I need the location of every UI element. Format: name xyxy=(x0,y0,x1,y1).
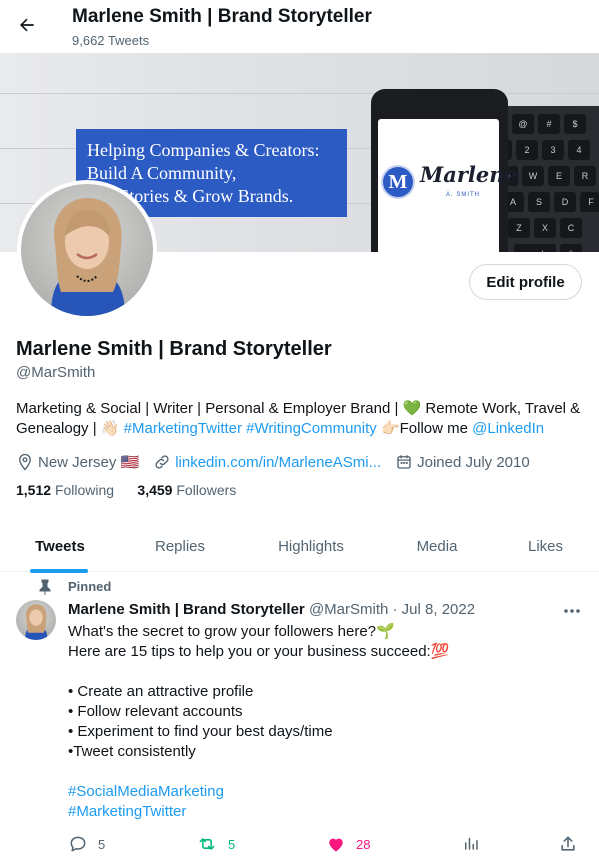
tweet-line: • Experiment to find your best days/time xyxy=(68,723,333,740)
edit-profile-button[interactable]: Edit profile xyxy=(469,264,582,300)
tab-tweets[interactable]: Tweets xyxy=(0,520,120,573)
banner-line: Build A Community, xyxy=(87,163,237,183)
followers-link[interactable]: 3,459 Followers xyxy=(137,482,236,498)
location-pin-icon xyxy=(19,453,31,471)
tweet-actions: 5 5 28 xyxy=(68,834,588,856)
tweet-more-button[interactable] xyxy=(561,601,583,621)
bio-hashtags-link[interactable]: #MarketingTwitter #WritingCommunity xyxy=(124,420,377,437)
active-tab-indicator xyxy=(30,569,88,573)
profile-name: Marlene Smith | Brand Storyteller xyxy=(16,338,332,360)
banner-line: Helping Companies & Creators: xyxy=(87,140,320,160)
reply-button[interactable]: 5 xyxy=(68,834,105,854)
bio-line: Genealogy | 👋🏻 #MarketingTwitter #Writin… xyxy=(16,419,586,439)
tab-likes[interactable]: Likes xyxy=(492,520,599,572)
banner-logo-subtext: A. SMITH xyxy=(446,192,481,198)
followers-count: 3,459 xyxy=(137,482,173,498)
link-icon xyxy=(155,455,169,469)
tweet-line: • Follow relevant accounts xyxy=(68,703,243,720)
joined-item: Joined July 2010 xyxy=(395,453,530,471)
tweet-line xyxy=(68,662,578,682)
bio-text: Genealogy | 👋🏻 xyxy=(16,420,124,437)
tweet-line: What's the secret to grow your followers… xyxy=(68,623,395,640)
profile-meta-row: New Jersey 🇺🇸 linkedin.com/in/MarleneASm… xyxy=(16,451,544,473)
retweet-button[interactable]: 5 xyxy=(196,834,235,854)
tab-label: Tweets xyxy=(35,537,85,555)
reply-count: 5 xyxy=(98,836,106,852)
profile-bio: Marketing & Social | Writer | Personal &… xyxy=(16,399,586,439)
tweet-text: What's the secret to grow your followers… xyxy=(68,622,578,822)
tab-label: Media xyxy=(416,537,458,555)
banner-logo-text: Marlene xyxy=(420,162,518,187)
avatar-photo xyxy=(21,184,153,316)
top-bar: Marlene Smith | Brand Storyteller 9,662 … xyxy=(0,0,599,53)
share-button[interactable] xyxy=(558,834,588,854)
bio-mention-link[interactable]: @LinkedIn xyxy=(472,420,544,437)
pin-icon xyxy=(39,579,51,595)
tweet-header: Marlene Smith | Brand Storyteller @MarSm… xyxy=(68,601,475,618)
location-item: New Jersey 🇺🇸 xyxy=(16,453,139,471)
website-item[interactable]: linkedin.com/in/MarleneASmi... xyxy=(153,453,381,471)
retweet-count: 5 xyxy=(228,836,236,852)
like-count: 28 xyxy=(356,836,371,852)
retweet-icon xyxy=(199,838,215,850)
bio-line: Marketing & Social | Writer | Personal &… xyxy=(16,400,581,417)
banner-logo-mark: M xyxy=(381,165,415,199)
tweet-line xyxy=(68,762,578,782)
followers-label: Followers xyxy=(176,482,237,498)
heart-filled-icon xyxy=(329,838,343,852)
tweet-author-avatar[interactable] xyxy=(16,600,56,640)
tab-highlights[interactable]: Highlights xyxy=(240,520,382,572)
website-link[interactable]: linkedin.com/in/MarleneASmi... xyxy=(175,454,381,471)
tweet-line: Here are 15 tips to help you or your bus… xyxy=(68,643,450,660)
tweet-line: • Create an attractive profile xyxy=(68,683,254,700)
tweet-hashtag-link[interactable]: #SocialMediaMarketing xyxy=(68,782,578,802)
analytics-button[interactable] xyxy=(462,834,490,852)
tweet-handle-date[interactable]: @MarSmith · Jul 8, 2022 xyxy=(309,601,475,618)
joined-text: Joined July 2010 xyxy=(417,453,530,471)
back-button[interactable] xyxy=(12,10,42,40)
tweet-author-name[interactable]: Marlene Smith | Brand Storyteller xyxy=(68,601,305,618)
profile-handle: @MarSmith xyxy=(16,364,96,381)
following-label: Following xyxy=(54,482,115,498)
tab-replies[interactable]: Replies xyxy=(120,520,240,572)
header-title: Marlene Smith | Brand Storyteller xyxy=(72,6,372,27)
location-text: New Jersey 🇺🇸 xyxy=(38,454,140,471)
tab-label: Highlights xyxy=(278,537,344,555)
profile-avatar[interactable] xyxy=(17,180,157,320)
following-link[interactable]: 1,512 Following xyxy=(16,482,114,498)
tab-label: Replies xyxy=(154,537,206,555)
arrow-left-icon xyxy=(20,18,34,32)
header-tweet-count: 9,662 Tweets xyxy=(72,33,150,48)
bio-text: 👉🏻Follow me xyxy=(376,420,473,437)
tweet-line: •Tweet consistently xyxy=(68,743,196,760)
reply-icon xyxy=(70,836,86,852)
profile-tabs: Tweets Replies Highlights Media Likes xyxy=(0,520,599,573)
more-dots-icon xyxy=(564,609,580,613)
tab-media[interactable]: Media xyxy=(382,520,492,572)
analytics-icon xyxy=(465,837,478,850)
share-icon xyxy=(561,836,575,851)
tab-label: Likes xyxy=(527,537,564,555)
pinned-label: Pinned xyxy=(68,579,112,594)
following-count: 1,512 xyxy=(16,482,52,498)
tweet-hashtag-link[interactable]: #MarketingTwitter xyxy=(68,802,578,822)
like-button[interactable]: 28 xyxy=(326,834,370,854)
follow-stats: 1,512 Following 3,459 Followers xyxy=(16,482,236,498)
calendar-icon xyxy=(397,455,411,469)
